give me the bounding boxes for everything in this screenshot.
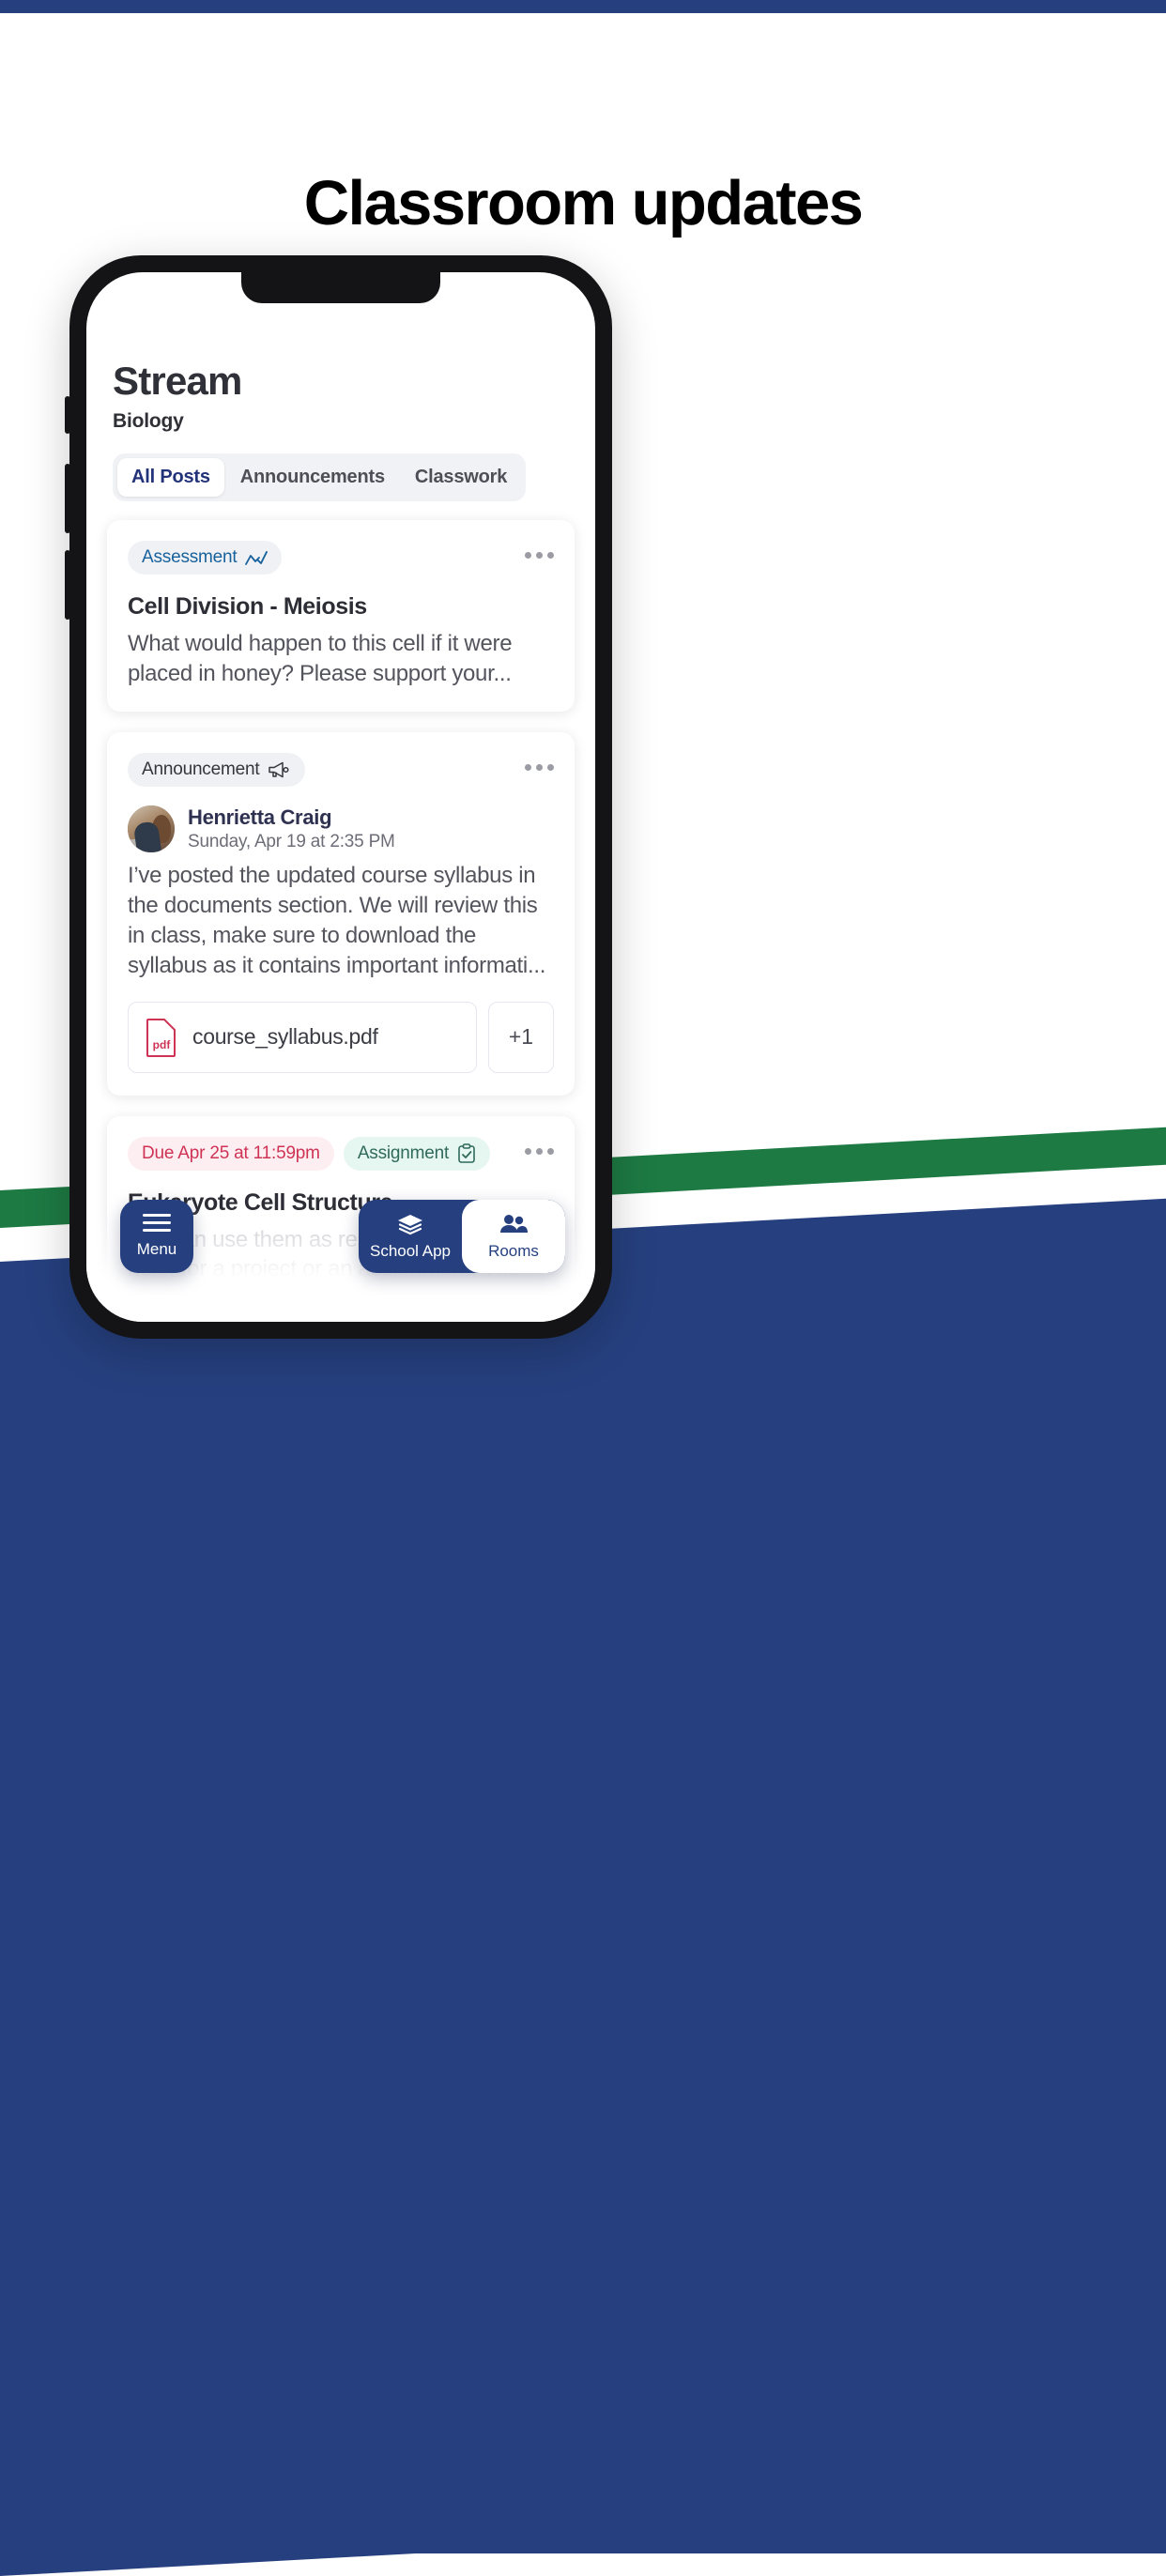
phone-notch — [241, 272, 440, 303]
post-body: What would happen to this cell if it wer… — [128, 631, 513, 686]
nav-pill: School App Rooms — [359, 1200, 565, 1273]
nav-item-school-app[interactable]: School App — [359, 1200, 462, 1273]
post-title: Cell Division - Meiosis — [128, 593, 367, 621]
badge-assignment: Assignment — [343, 1136, 491, 1171]
nav-item-rooms[interactable]: Rooms — [462, 1200, 565, 1273]
tab-classwork[interactable]: Classwork — [401, 458, 521, 497]
menu-label: Menu — [136, 1240, 177, 1258]
menu-button[interactable]: Menu — [120, 1200, 193, 1273]
post-card-assessment[interactable]: Assessment Cell Division - Meiosis What … — [107, 520, 575, 712]
hamburger-icon — [143, 1214, 171, 1232]
badge-label: Assignment — [357, 1142, 450, 1163]
badge-label: Assessment — [142, 547, 238, 568]
attachment-more-count[interactable]: +1 — [488, 1001, 554, 1073]
phone-volume-up — [65, 464, 70, 533]
megaphone-icon — [268, 761, 289, 778]
post-card-announcement[interactable]: Announcement Henrietta Craig Sunday, Apr… — [107, 731, 575, 1096]
badge-due-date: Due Apr 25 at 11:59pm — [128, 1136, 334, 1171]
tab-announcements[interactable]: Announcements — [226, 458, 399, 497]
nav-label: Rooms — [488, 1241, 539, 1260]
tab-all-posts[interactable]: All Posts — [117, 458, 224, 498]
attachment-row: pdf course_syllabus.pdf +1 — [128, 1001, 554, 1073]
badge-label: Announcement — [142, 759, 260, 779]
badge-assessment: Assessment — [128, 541, 283, 575]
navy-background-fill — [0, 1333, 1166, 2553]
post-menu-button[interactable] — [525, 541, 554, 560]
phone-screen: Stream Biology All Posts Announcements C… — [86, 272, 595, 1322]
phone-mockup: Stream Biology All Posts Announcements C… — [65, 255, 612, 1339]
post-body: I’ve posted the updated course syllabus … — [128, 862, 546, 978]
clipboard-check-icon — [458, 1142, 475, 1163]
phone-mute-switch — [65, 396, 70, 434]
pdf-file-icon: pdf — [146, 1018, 177, 1057]
attachment-filename: course_syllabus.pdf — [192, 1024, 378, 1050]
top-accent-bar — [0, 0, 1166, 13]
layers-icon — [398, 1214, 422, 1234]
post-menu-button[interactable] — [525, 1137, 554, 1155]
post-feed: Assessment Cell Division - Meiosis What … — [86, 520, 595, 1308]
analytics-chart-icon — [245, 550, 268, 565]
svg-text:pdf: pdf — [153, 1038, 172, 1051]
badge-announcement: Announcement — [128, 752, 306, 787]
app-header: Stream Biology — [86, 360, 595, 433]
page-title: Classroom updates — [303, 168, 864, 238]
avatar — [128, 805, 175, 852]
post-timestamp: Sunday, Apr 19 at 2:35 PM — [188, 831, 395, 851]
attachment-item[interactable]: pdf course_syllabus.pdf — [128, 1001, 477, 1073]
author-name: Henrietta Craig — [188, 805, 332, 829]
nav-label: School App — [369, 1241, 451, 1260]
post-menu-button[interactable] — [525, 753, 554, 771]
filter-tabs: All Posts Announcements Classwork — [113, 453, 527, 502]
stream-page-title: Stream — [113, 359, 242, 403]
course-name: Biology — [113, 410, 184, 433]
post-author: Henrietta Craig Sunday, Apr 19 at 2:35 P… — [128, 805, 554, 852]
people-icon — [500, 1214, 528, 1233]
phone-volume-down — [65, 550, 70, 620]
